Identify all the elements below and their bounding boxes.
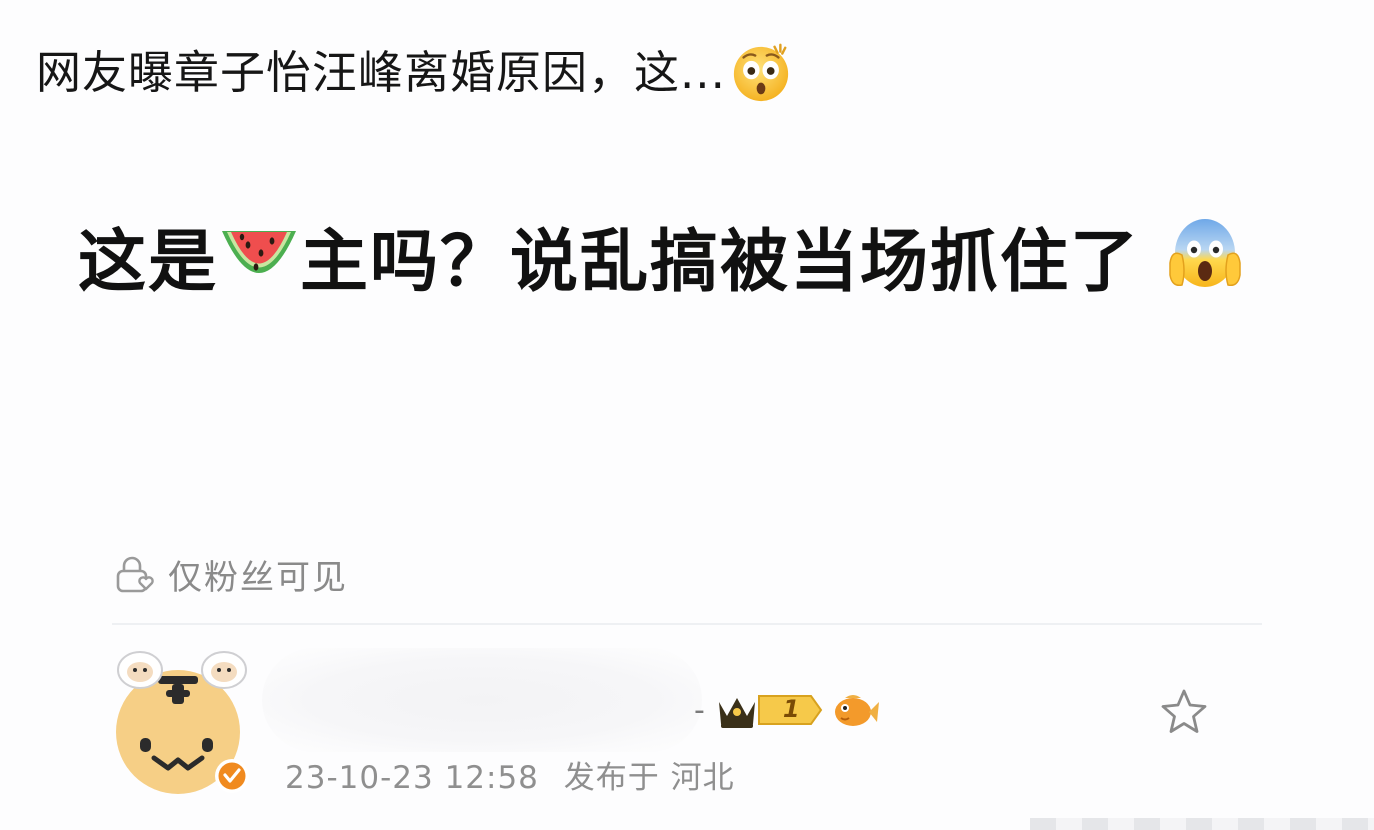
watermelon-icon xyxy=(222,231,297,273)
face-screaming-in-fear-icon xyxy=(1168,219,1241,287)
post-timestamp: 23-10-23 12:58 xyxy=(285,760,539,796)
visibility-indicator: 仅粉丝可见 xyxy=(112,546,348,602)
post-text-part1: 这是 xyxy=(78,223,219,302)
post-text-part2: 主吗？说乱搞被当场抓住了 xyxy=(300,223,1141,302)
star-outline-icon[interactable] xyxy=(1158,686,1210,738)
bottom-edge-artifact xyxy=(1030,818,1374,830)
headline: 网友曝章子怡汪峰离婚原因，这... xyxy=(36,38,792,106)
orange-verified-icon xyxy=(215,759,249,793)
user-badges: - 1 xyxy=(694,686,879,734)
fish-icon[interactable] xyxy=(831,690,879,730)
cat-ear-right-icon xyxy=(201,651,247,689)
visibility-label: 仅粉丝可见 xyxy=(168,557,348,598)
post-body: 这是 主吗？说乱搞被当场抓住了 xyxy=(78,215,1308,311)
astonished-face-icon xyxy=(733,43,789,102)
level-badge[interactable]: 1 xyxy=(757,692,823,728)
post-meta: 23-10-23 12:58 发布于 河北 xyxy=(285,752,735,797)
lock-heart-icon xyxy=(116,556,154,593)
username-blurred[interactable] xyxy=(262,648,702,752)
avatar[interactable] xyxy=(110,640,262,800)
divider xyxy=(112,623,1262,625)
cat-ear-left-icon xyxy=(117,651,163,689)
badge-dash: - xyxy=(694,692,705,728)
post-location: 发布于 河北 xyxy=(563,760,735,796)
crown-icon[interactable] xyxy=(715,690,759,730)
headline-text: 网友曝章子怡汪峰离婚原因，这... xyxy=(36,45,726,99)
level-number: 1 xyxy=(782,695,800,723)
